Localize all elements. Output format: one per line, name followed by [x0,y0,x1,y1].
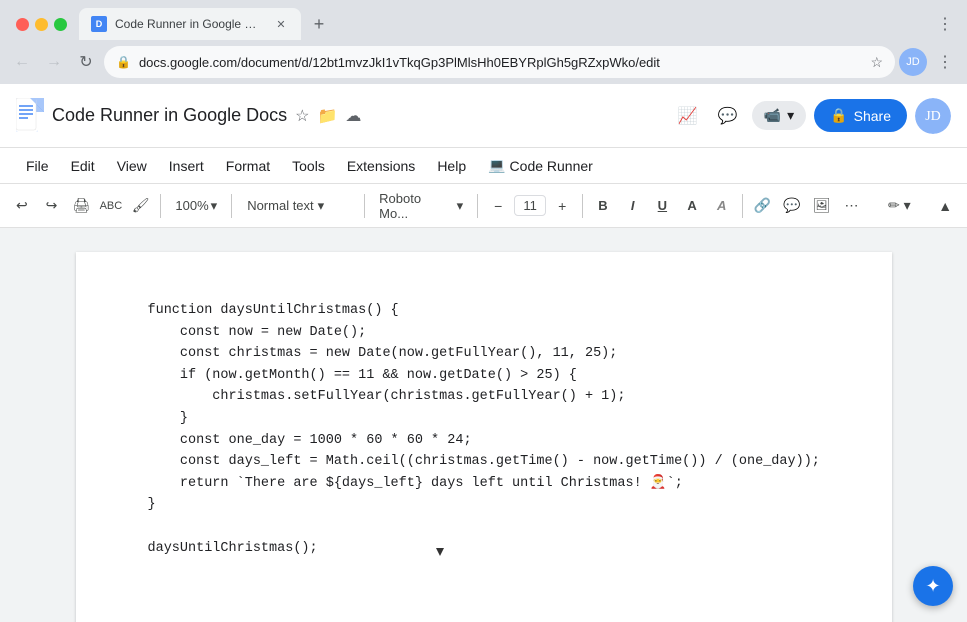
meet-icon: 📹 [764,107,781,124]
fab-icon: ✦ [925,576,940,597]
paint-format-button[interactable]: 🖌 [127,192,155,220]
font-size-area: − + [484,192,576,220]
folder-icon[interactable]: 📁 [317,106,337,126]
meet-chevron: ▾ [787,107,794,124]
browser-chrome: D Code Runner in Google Docs - ✕ + ⋮ ← →… [0,0,967,84]
avatar[interactable] [915,98,951,134]
undo-button[interactable]: ↩ [8,192,36,220]
share-button[interactable]: 🔒 Share [814,99,907,132]
menu-extensions[interactable]: Extensions [337,154,425,178]
cloud-icon[interactable]: ☁ [345,106,361,126]
font-dropdown[interactable]: Roboto Mo... ▾ [371,187,471,225]
code-runner-label: Code Runner [510,158,593,174]
app-header: Code Runner in Google Docs ☆ 📁 ☁ 📈 💬 📹 ▾… [0,84,967,148]
menu-tools[interactable]: Tools [282,154,335,178]
toolbar: ↩ ↪ 🖨 ABC 🖌 100% ▾ Normal text ▾ Roboto … [0,184,967,228]
highlight-button[interactable]: A [708,192,736,220]
comment-history-button[interactable]: 💬 [712,100,744,132]
style-value: Normal text [247,198,313,213]
edit-mode-button[interactable]: ✏ ▾ [869,192,929,220]
close-button[interactable] [16,18,29,31]
zoom-chevron: ▾ [211,198,218,214]
bold-button[interactable]: B [589,192,617,220]
spell-check-button[interactable]: ABC [97,192,125,220]
link-button[interactable]: 🔗 [749,192,777,220]
text-color-button[interactable]: A [678,192,706,220]
url-text: docs.google.com/document/d/12bt1mvzJkI1v… [139,55,862,70]
doc-title-area: Code Runner in Google Docs ☆ 📁 ☁ [52,105,664,126]
font-size-decrease-button[interactable]: − [484,192,512,220]
docs-logo[interactable] [16,98,44,134]
edit-mode-chevron: ▾ [904,197,911,214]
active-tab[interactable]: D Code Runner in Google Docs - ✕ [79,8,301,40]
underline-button[interactable]: U [649,192,677,220]
menu-code-runner[interactable]: 💻 Code Runner [478,153,603,178]
zoom-dropdown[interactable]: 100% ▾ [167,194,225,218]
font-size-input[interactable] [514,195,546,216]
window-controls [8,18,75,31]
redo-button[interactable]: ↪ [38,192,66,220]
collapse-toolbar-button[interactable]: ▲ [931,192,959,220]
address-bar[interactable]: 🔒 docs.google.com/document/d/12bt1mvzJkI… [104,46,895,78]
menu-bar: File Edit View Insert Format Tools Exten… [0,148,967,184]
menu-edit[interactable]: Edit [61,154,105,178]
back-button[interactable]: ← [8,48,36,76]
minimize-button[interactable] [35,18,48,31]
browser-more-button[interactable]: ⋮ [931,10,959,38]
tab-close-button[interactable]: ✕ [273,16,289,32]
zoom-value: 100% [175,198,208,213]
ai-assistant-fab[interactable]: ✦ [913,566,953,606]
share-lock-icon: 🔒 [830,107,847,124]
style-dropdown[interactable]: Normal text ▾ [238,193,358,219]
divider-3 [364,194,365,218]
menu-insert[interactable]: Insert [159,154,214,178]
doc-title[interactable]: Code Runner in Google Docs [52,105,287,126]
share-label: Share [854,108,891,124]
menu-help[interactable]: Help [427,154,476,178]
analytics-button[interactable]: 📈 [672,100,704,132]
bookmark-icon[interactable]: ☆ [870,54,883,71]
code-block[interactable]: function daysUntilChristmas() { const no… [148,300,820,559]
image-button[interactable]: 🖼 [808,192,836,220]
new-tab-button[interactable]: + [305,10,333,38]
star-icon[interactable]: ☆ [295,106,309,126]
address-bar-row: ← → ↻ 🔒 docs.google.com/document/d/12bt1… [0,40,967,84]
docs-app: Code Runner in Google Docs ☆ 📁 ☁ 📈 💬 📹 ▾… [0,84,967,622]
refresh-button[interactable]: ↻ [72,48,100,76]
more-options-button[interactable]: ⋯ [838,192,866,220]
italic-button[interactable]: I [619,192,647,220]
menu-file[interactable]: File [16,154,59,178]
browser-menu-button[interactable]: ⋮ [931,48,959,76]
tab-title: Code Runner in Google Docs - [115,17,265,31]
divider-1 [160,194,161,218]
pencil-icon: ✏ [888,197,900,214]
lock-icon: 🔒 [116,55,131,69]
divider-4 [477,194,478,218]
maximize-button[interactable] [54,18,67,31]
meet-button[interactable]: 📹 ▾ [752,101,806,130]
header-actions: 📈 💬 📹 ▾ 🔒 Share [672,98,951,134]
divider-6 [742,194,743,218]
print-button[interactable]: 🖨 [67,192,95,220]
doc-page: function daysUntilChristmas() { const no… [76,252,892,622]
doc-content[interactable]: function daysUntilChristmas() { const no… [0,228,967,622]
font-chevron: ▾ [457,198,464,214]
profile-icon[interactable]: JD [899,48,927,76]
menu-view[interactable]: View [107,154,157,178]
code-runner-icon: 💻 [488,157,505,174]
font-size-increase-button[interactable]: + [548,192,576,220]
style-chevron: ▾ [318,198,325,214]
comment-button[interactable]: 💬 [778,192,806,220]
divider-2 [231,194,232,218]
forward-button[interactable]: → [40,48,68,76]
menu-format[interactable]: Format [216,154,280,178]
font-value: Roboto Mo... [379,191,452,221]
divider-5 [582,194,583,218]
